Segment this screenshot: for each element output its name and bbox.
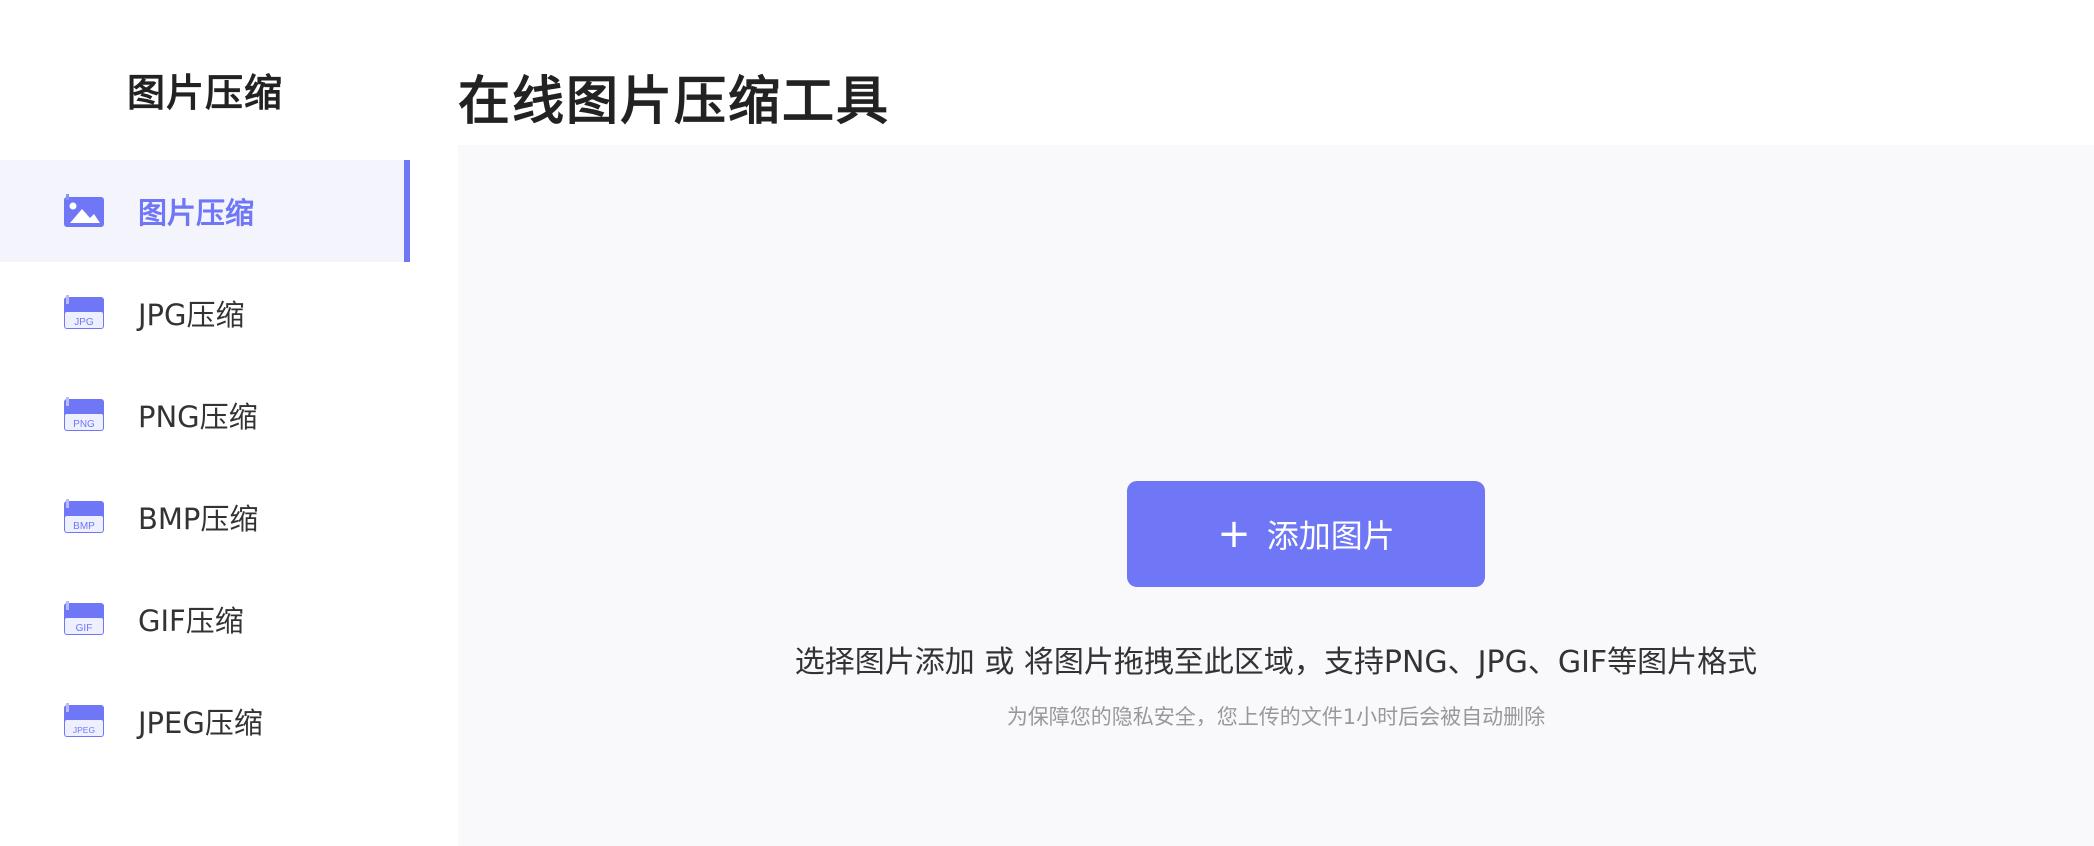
svg-text:JPG: JPG [74, 317, 94, 328]
sidebar-item-label: BMP压缩 [138, 502, 259, 536]
gif-file-icon: GIF [64, 601, 104, 635]
svg-text:BMP: BMP [73, 521, 95, 532]
add-image-button[interactable]: + 添加图片 [1127, 481, 1485, 587]
page-title: 在线图片压缩工具 [458, 71, 891, 132]
sidebar-item-label: 图片压缩 [138, 196, 255, 230]
sidebar-item-jpg-compress[interactable]: JPG JPG压缩 [0, 262, 410, 364]
sidebar-item-jpeg-compress[interactable]: JPEG JPEG压缩 [0, 670, 410, 772]
upload-hint: 选择图片添加 或 将图片拖拽至此区域，支持PNG、JPG、GIF等图片格式 [794, 645, 1758, 680]
bmp-file-icon: BMP [64, 499, 104, 533]
plus-icon: + [1217, 511, 1251, 557]
sidebar-item-label: GIF压缩 [138, 604, 244, 638]
sidebar-item-gif-compress[interactable]: GIF GIF压缩 [0, 568, 410, 670]
svg-text:JPEG: JPEG [73, 725, 95, 735]
sidebar-item-png-compress[interactable]: PNG PNG压缩 [0, 364, 410, 466]
jpg-file-icon: JPG [64, 295, 104, 329]
add-image-button-label: 添加图片 [1266, 517, 1395, 555]
jpeg-file-icon: JPEG [64, 703, 104, 737]
png-file-icon: PNG [64, 397, 104, 431]
sidebar-nav: 图片压缩 JPG JPG压缩 PNG PNG压缩 BMP BMP压缩 GIF G… [0, 160, 410, 772]
sidebar-item-label: JPEG压缩 [138, 706, 263, 740]
sidebar-item-label: JPG压缩 [138, 298, 245, 332]
sidebar-item-image-compress[interactable]: 图片压缩 [0, 160, 410, 262]
sidebar-title: 图片压缩 [126, 71, 283, 115]
svg-text:GIF: GIF [76, 623, 93, 634]
upload-drop-zone[interactable]: + 添加图片 选择图片添加 或 将图片拖拽至此区域，支持PNG、JPG、GIF等… [458, 145, 2094, 846]
sidebar: 图片压缩 图片压缩 JPG JPG压缩 PNG PNG压缩 BMP BMP压缩 … [0, 0, 410, 846]
sidebar-item-bmp-compress[interactable]: BMP BMP压缩 [0, 466, 410, 568]
privacy-note: 为保障您的隐私安全，您上传的文件1小时后会被自动删除 [1006, 705, 1546, 729]
app-root: 图片压缩 图片压缩 JPG JPG压缩 PNG PNG压缩 BMP BMP压缩 … [0, 0, 2094, 846]
svg-text:PNG: PNG [73, 419, 95, 430]
image-icon [64, 194, 104, 227]
sidebar-item-label: PNG压缩 [138, 400, 258, 434]
